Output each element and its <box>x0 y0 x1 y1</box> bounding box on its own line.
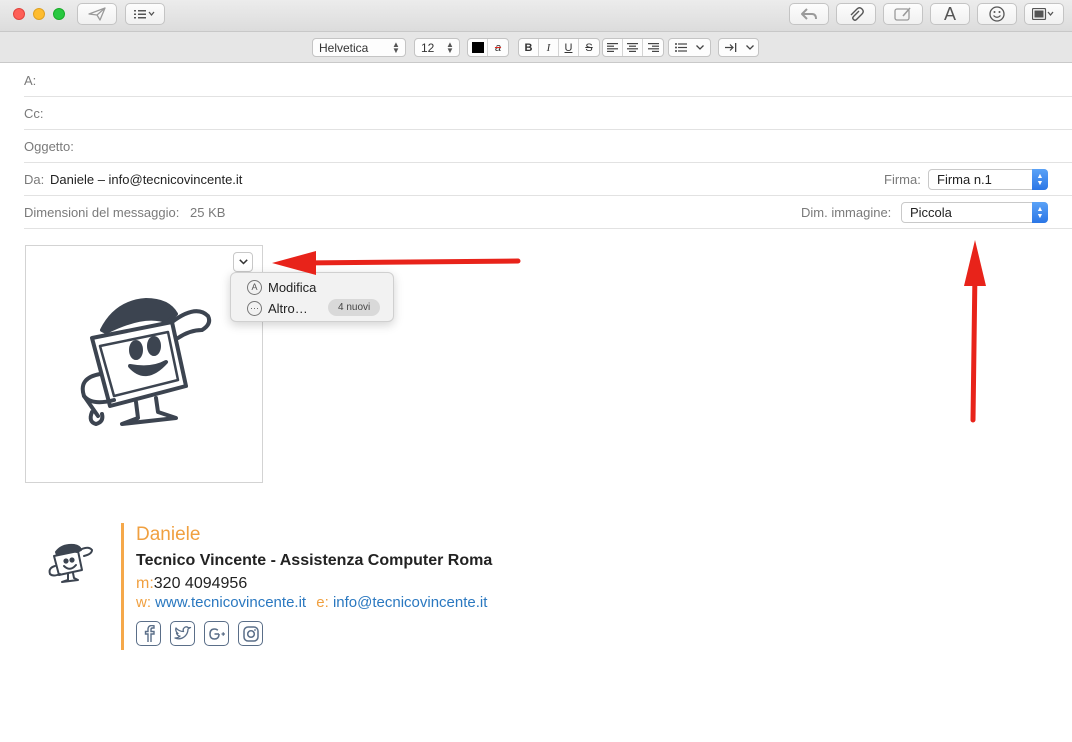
instagram-link[interactable] <box>238 621 263 646</box>
email-key: e: <box>316 594 329 611</box>
signature-company: Tecnico Vincente - Assistenza Computer R… <box>136 552 493 569</box>
twitter-link[interactable] <box>170 621 195 646</box>
twitter-icon <box>173 626 191 640</box>
mobile-key: m: <box>136 575 154 592</box>
email-link[interactable]: info@tecnicovincente.it <box>333 594 487 611</box>
website-link[interactable]: www.tecnicovincente.it <box>155 594 306 611</box>
mobile-value: 320 4094956 <box>153 575 248 592</box>
signature-logo <box>48 543 93 583</box>
arrow-left-annotation <box>272 251 521 275</box>
signature-name: Daniele <box>136 524 201 545</box>
facebook-icon <box>144 624 155 642</box>
signature-mobile-line: m:320 4094956 <box>136 575 247 593</box>
google-plus-icon <box>208 627 225 640</box>
arrow-up-annotation <box>964 240 986 423</box>
facebook-link[interactable] <box>136 621 161 646</box>
signature-divider <box>121 523 124 650</box>
signature-contact-line: w: www.tecnicovincente.it e: info@tecnic… <box>136 594 487 611</box>
google-plus-link[interactable] <box>204 621 229 646</box>
instagram-icon <box>242 625 259 642</box>
web-key: w: <box>136 594 151 611</box>
